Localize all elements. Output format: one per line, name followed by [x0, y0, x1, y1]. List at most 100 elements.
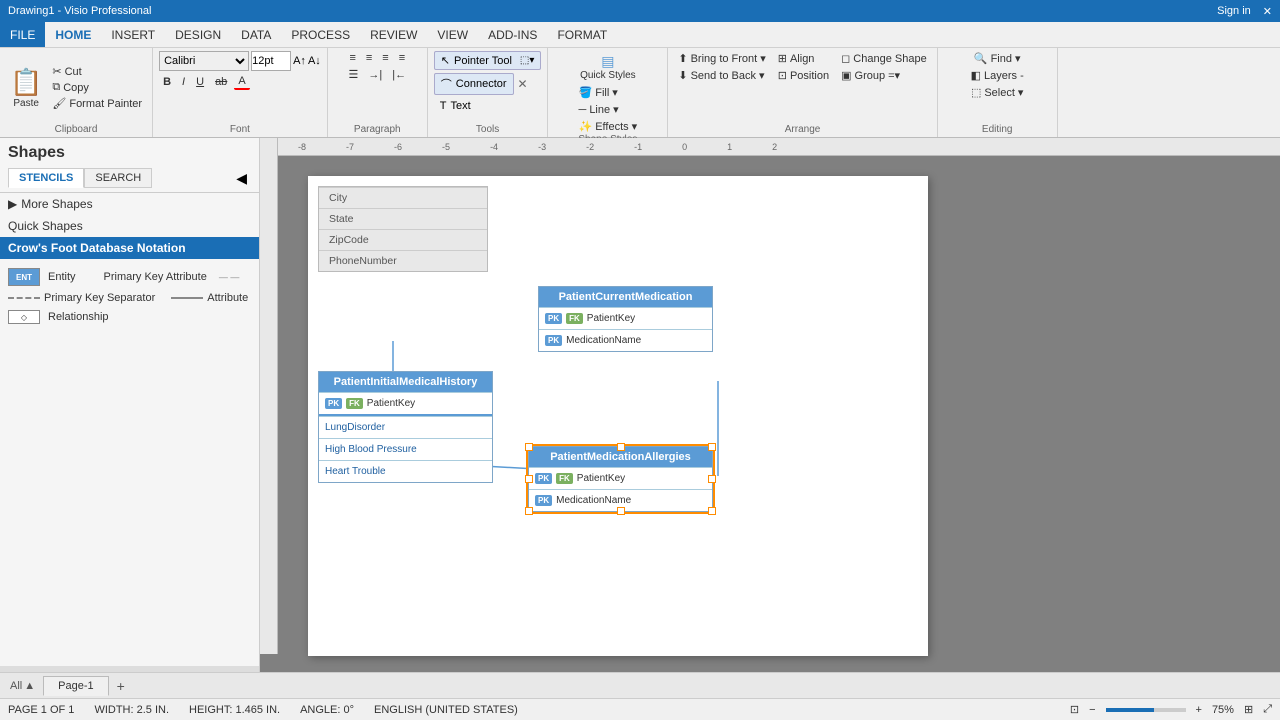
sidebar-resize-handle[interactable]: [0, 666, 259, 672]
add-page-btn[interactable]: +: [111, 676, 131, 696]
stencil-relationship[interactable]: ◇ Relationship: [8, 307, 251, 327]
clipboard-section: 📋 Paste ✂ Cut ⧉ Copy 🖌 Format Painter Cl…: [0, 48, 153, 137]
align-right-btn[interactable]: ≡: [378, 51, 392, 65]
stencil-pk-sep[interactable]: Primary Key Separator Attribute: [8, 289, 251, 307]
paste-button[interactable]: 📋 Paste: [6, 65, 46, 111]
selection-handle-bl[interactable]: [525, 507, 533, 515]
change-shape-btn[interactable]: ◻ Change Shape: [837, 51, 931, 66]
quick-styles-btn[interactable]: ▤ Quick Styles: [576, 51, 640, 83]
bold-btn[interactable]: B: [159, 75, 175, 89]
arrange-section: ⬆ Bring to Front ▾ ⬇ Send to Back ▾ ⊞ Al…: [668, 48, 937, 137]
cut-button[interactable]: ✂ Cut: [48, 64, 146, 79]
italic-btn[interactable]: I: [178, 75, 189, 89]
list-btn[interactable]: ☰: [344, 67, 362, 82]
canvas-page: City State ZipCode PhoneNumber PatientIn…: [308, 176, 928, 656]
menu-process[interactable]: PROCESS: [281, 22, 360, 47]
entity-label: Entity: [48, 271, 76, 283]
menu-view[interactable]: VIEW: [427, 22, 478, 47]
align-btn[interactable]: ⊞ Align: [774, 51, 833, 66]
menu-insert[interactable]: INSERT: [101, 22, 165, 47]
patient-med-allergies-table[interactable]: PatientMedicationAllergies PKFK PatientK…: [528, 446, 713, 512]
underline-btn[interactable]: U: [192, 75, 208, 89]
font-size-input[interactable]: [251, 51, 291, 71]
gray-address-table: City State ZipCode PhoneNumber: [318, 186, 488, 272]
selection-handle-br[interactable]: [708, 507, 716, 515]
selection-handle-tl[interactable]: [525, 443, 533, 451]
font-color-btn[interactable]: A: [234, 74, 249, 90]
menu-data[interactable]: DATA: [231, 22, 281, 47]
menu-design[interactable]: DESIGN: [165, 22, 231, 47]
pointer-tool-btn[interactable]: ↖Pointer Tool ⬚▾: [434, 51, 542, 70]
select-btn[interactable]: ⬚ Select ▾: [967, 85, 1028, 100]
stencil-entity[interactable]: ENT Entity Primary Key Attribute — —: [8, 265, 251, 289]
menu-file[interactable]: FILE: [0, 22, 45, 47]
page-1-tab[interactable]: Page-1: [43, 676, 108, 696]
selection-handle-tc[interactable]: [617, 443, 625, 451]
ribbon: 📋 Paste ✂ Cut ⧉ Copy 🖌 Format Painter Cl…: [0, 48, 1280, 138]
pk-sep-label: Primary Key Separator: [44, 292, 155, 304]
menu-addins[interactable]: ADD-INS: [478, 22, 547, 47]
connector-btn[interactable]: ⌒Connector: [434, 73, 514, 95]
close-btn[interactable]: ✕: [1263, 5, 1272, 18]
quick-shapes-section[interactable]: Quick Shapes: [0, 215, 259, 237]
format-painter-button[interactable]: 🖌 Format Painter: [48, 96, 146, 111]
connector-close-btn[interactable]: ✕: [518, 77, 528, 91]
state-row: State: [319, 208, 487, 229]
app-title: Drawing1 - Visio Professional: [8, 5, 151, 17]
all-pages-btn[interactable]: All ▲: [4, 678, 41, 694]
selection-handle-tr[interactable]: [708, 443, 716, 451]
align-left-btn[interactable]: ≡: [345, 51, 359, 65]
send-to-back-btn[interactable]: ⬇ Send to Back ▾: [674, 68, 769, 83]
strikethrough-btn[interactable]: ab: [211, 75, 231, 89]
fit-page-btn[interactable]: ⊡: [1070, 703, 1079, 716]
find-btn[interactable]: 🔍 Find ▾: [970, 51, 1025, 66]
zoom-slider[interactable]: [1106, 708, 1186, 712]
sign-in[interactable]: Sign in: [1217, 5, 1251, 18]
selection-handle-bc[interactable]: [617, 507, 625, 515]
outdent-btn[interactable]: |←: [388, 67, 410, 82]
menu-review[interactable]: REVIEW: [360, 22, 427, 47]
canvas-area[interactable]: City State ZipCode PhoneNumber PatientIn…: [278, 156, 1280, 672]
language-info: ENGLISH (UNITED STATES): [374, 704, 518, 716]
search-tab[interactable]: SEARCH: [84, 168, 152, 188]
width-info: WIDTH: 2.5 IN.: [94, 704, 169, 716]
angle-info: ANGLE: 0°: [300, 704, 354, 716]
bring-to-front-btn[interactable]: ⬆ Bring to Front ▾: [674, 51, 769, 66]
font-section: Calibri A↑ A↓ B I U ab A Font: [153, 48, 328, 137]
effects-btn[interactable]: ✨ Effects ▾: [575, 119, 642, 134]
justify-btn[interactable]: ≡: [395, 51, 409, 65]
indent-btn[interactable]: →|: [364, 67, 386, 82]
position-btn[interactable]: ⊡ Position: [774, 68, 833, 83]
font-family-select[interactable]: Calibri: [159, 51, 249, 71]
sidebar-collapse-btn[interactable]: ◀: [232, 170, 251, 187]
heart-trouble-row: Heart Trouble: [319, 460, 492, 482]
current-patientkey-row: PKFK PatientKey: [539, 307, 712, 329]
group-btn[interactable]: ▣ Group =▾: [837, 68, 931, 83]
selection-handle-mr[interactable]: [708, 475, 716, 483]
shapes-title: Shapes: [0, 138, 259, 164]
patient-history-header: PatientInitialMedicalHistory: [319, 372, 492, 392]
line-btn[interactable]: ─ Line ▾: [575, 102, 642, 117]
crowfoot-section[interactable]: Crow's Foot Database Notation: [0, 237, 259, 259]
font-shrink-btn[interactable]: A↓: [308, 55, 321, 67]
menu-home[interactable]: HOME: [45, 22, 101, 47]
paragraph-section: ≡ ≡ ≡ ≡ ☰ →| |← Paragraph: [328, 48, 428, 137]
height-info: HEIGHT: 1.465 IN.: [189, 704, 280, 716]
stencils-tab[interactable]: STENCILS: [8, 168, 84, 188]
menu-bar: FILE HOME INSERT DESIGN DATA PROCESS REV…: [0, 22, 1280, 48]
zoom-level: 75%: [1212, 704, 1234, 716]
view-normal-btn[interactable]: ⊞: [1244, 703, 1253, 716]
text-tool-btn[interactable]: TText: [434, 98, 477, 114]
layers-btn[interactable]: ◧ Layers -: [967, 68, 1028, 83]
selection-handle-ml[interactable]: [525, 475, 533, 483]
copy-button[interactable]: ⧉ Copy: [48, 80, 146, 95]
font-grow-btn[interactable]: A↑: [293, 55, 306, 67]
more-shapes-section[interactable]: ▶More Shapes: [0, 193, 259, 215]
view-full-btn[interactable]: ⤢: [1263, 703, 1272, 716]
align-center-btn[interactable]: ≡: [362, 51, 376, 65]
high-blood-pressure-row: High Blood Pressure: [319, 438, 492, 460]
zoom-in-btn[interactable]: +: [1196, 704, 1202, 716]
menu-format[interactable]: FORMAT: [547, 22, 617, 47]
zoom-out-btn[interactable]: −: [1089, 704, 1095, 716]
fill-btn[interactable]: 🪣 Fill ▾: [575, 85, 642, 100]
